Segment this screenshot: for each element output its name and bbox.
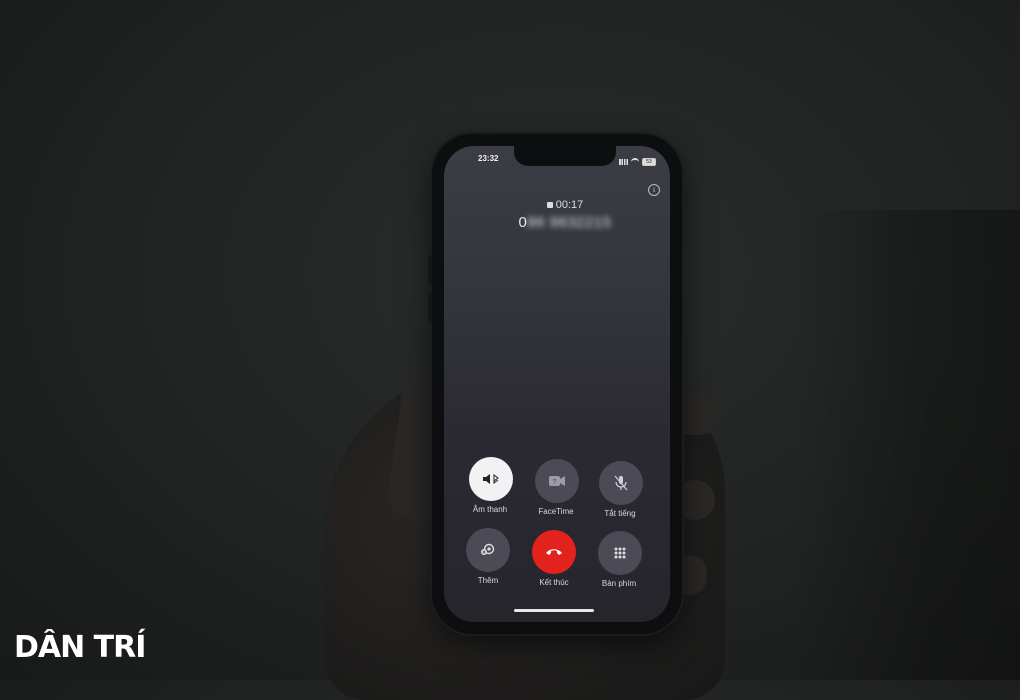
mute-label: Tắt tiếng <box>604 509 636 518</box>
speaker-bluetooth-icon <box>483 474 499 484</box>
svg-text:?: ? <box>553 479 557 486</box>
facetime-label: FaceTime <box>538 507 574 516</box>
background-shadow <box>790 210 1020 680</box>
info-icon[interactable]: i <box>648 184 660 196</box>
call-timer: 00:17 <box>520 199 610 211</box>
battery-icon: 53 <box>642 158 656 166</box>
status-icons: 53 <box>619 157 657 167</box>
volume-button-2 <box>428 292 432 322</box>
watermark-logo: DÂN TRÍ <box>14 630 146 665</box>
end-call-icon <box>546 549 562 555</box>
home-indicator[interactable] <box>514 609 594 612</box>
keypad-label: Bàn phím <box>601 579 637 588</box>
audio-label: Âm thanh <box>472 505 508 514</box>
keypad-button[interactable] <box>598 531 642 575</box>
mute-icon <box>614 475 628 491</box>
signal-icon <box>619 159 628 165</box>
recording-indicator-icon <box>546 202 553 209</box>
add-call-label: Thêm <box>477 576 499 585</box>
end-call-label: Kết thúc <box>539 578 569 587</box>
mute-button[interactable] <box>599 461 643 505</box>
add-call-button[interactable] <box>466 528 510 572</box>
add-call-icon <box>481 543 495 555</box>
notch <box>514 146 616 166</box>
phone-number-visible: 0 <box>518 214 528 231</box>
keypad-icon <box>614 547 626 559</box>
phone-number: 086 9632215 <box>490 214 640 231</box>
audio-button[interactable] <box>469 457 513 501</box>
phone-number-blurred: 86 9632215 <box>527 214 612 231</box>
wifi-icon <box>631 158 639 166</box>
status-time: 23:32 <box>478 154 499 163</box>
facetime-button[interactable]: ? <box>535 459 579 503</box>
end-call-button[interactable] <box>532 530 576 574</box>
call-duration: 00:17 <box>555 199 584 211</box>
volume-button <box>428 255 432 285</box>
facetime-icon: ? <box>549 476 565 486</box>
